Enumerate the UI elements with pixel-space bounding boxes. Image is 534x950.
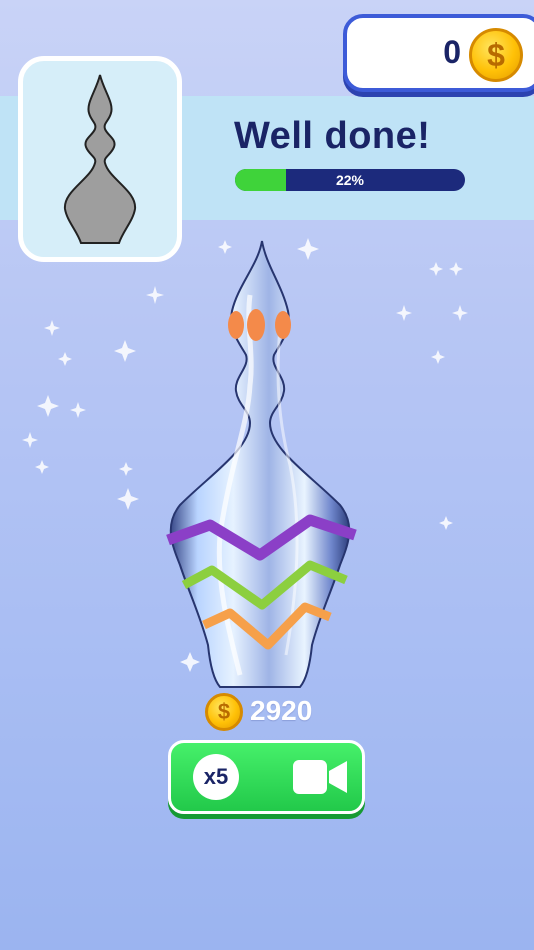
coin-counter: 0 $: [343, 14, 534, 92]
target-shape-card: [18, 56, 182, 262]
progress-label: 22%: [335, 172, 365, 188]
coin-count: 0: [443, 34, 461, 70]
reward-amount: 2920: [250, 695, 313, 726]
claim-x5-video-button[interactable]: x5: [168, 740, 365, 814]
dollar-coin-icon: $: [469, 28, 523, 82]
reward-coin-icon: $: [205, 693, 243, 731]
vase-silhouette-icon: [63, 74, 137, 244]
level-complete-title: Well done!: [234, 115, 431, 157]
progress-bar: 22%: [235, 169, 465, 191]
video-camera-icon: [293, 760, 347, 794]
sculpted-vase: [166, 240, 357, 688]
multiplier-badge: x5: [193, 754, 239, 800]
